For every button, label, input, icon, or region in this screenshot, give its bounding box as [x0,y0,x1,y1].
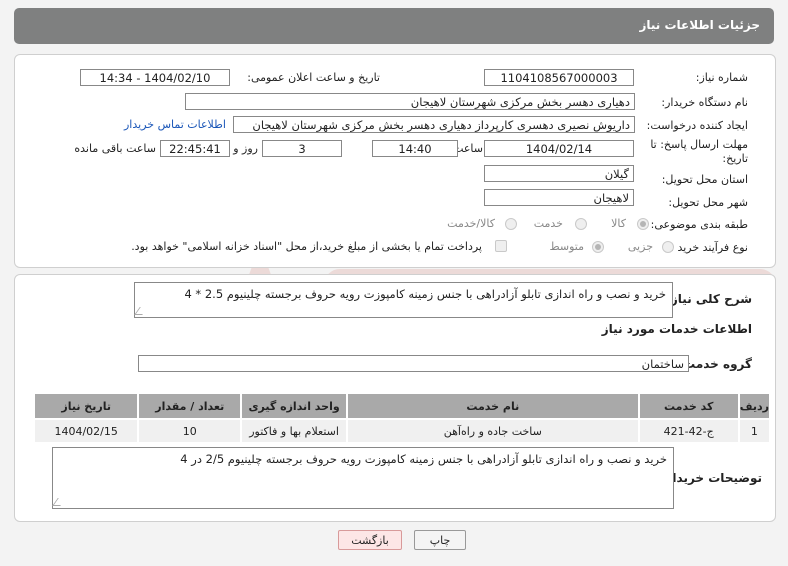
category-radio-goods[interactable] [637,218,649,230]
services-section-title: اطلاعات خدمات مورد نیاز [601,322,752,336]
creator-field: داریوش نصیری دهسری کارپرداز دهیاری دهسر … [233,116,635,133]
cell-name: ساخت جاده و راه‌آهن [345,418,640,444]
process-radio-minor[interactable] [662,241,674,253]
process-type-label: نوع فرآیند خرید : [670,241,748,254]
process-option-medium: متوسط [549,240,584,253]
category-radio-service[interactable] [575,218,587,230]
print-button[interactable]: چاپ [414,530,466,550]
page-title: جزئیات اطلاعات نیاز [639,18,760,32]
buyer-notes-textarea[interactable]: خرید و نصب و راه اندازی تابلو آزادراهی ب… [52,447,674,509]
city-label: شهر محل تحویل: [668,196,748,209]
resize-grip-icon[interactable] [134,307,148,315]
col-unit: واحد اندازه گیری [240,392,348,420]
cell-unit: استعلام بها و فاکتور [240,418,348,444]
service-group-field: ساختمان [138,355,689,372]
deadline-date-field: 1404/02/14 [484,140,634,157]
treasury-payment-checkbox[interactable] [495,240,507,252]
remaining-time-label: ساعت باقی مانده [74,142,156,155]
announce-date-field: 1404/02/10 - 14:34 [80,69,230,86]
resize-grip-icon[interactable] [52,498,66,506]
city-field: لاهیجان [484,189,634,206]
treasury-payment-note: پرداخت تمام یا بخشی از مبلغ خرید،از محل … [131,240,482,253]
col-row: ردیف [737,392,772,420]
need-number-label: شماره نیاز: [695,71,748,84]
deadline-time-field: 14:40 [372,140,458,157]
cell-code: ج-42-421 [637,418,740,444]
buyer-contact-link[interactable]: اطلاعات تماس خریدار [124,118,226,131]
process-radio-medium[interactable] [592,241,604,253]
creator-label: ایجاد کننده درخواست: [646,119,748,132]
province-field: گیلان [484,165,634,182]
remaining-days-field: 3 [262,140,342,157]
category-radio-goods-service[interactable] [505,218,517,230]
buyer-notes-label: توضیحات خریدار: [660,471,762,485]
process-option-minor: جزیی [627,240,653,253]
category-label: طبقه بندی موضوعی: [650,218,748,231]
col-qty: تعداد / مقدار [137,392,243,420]
services-table: ردیف کد خدمت نام خدمت واحد اندازه گیری ت… [32,392,772,444]
page-header: جزئیات اطلاعات نیاز [14,8,774,44]
summary-textarea[interactable]: خرید و نصب و راه اندازی تابلو آزادراهی ب… [134,282,673,318]
table-header-row: ردیف کد خدمت نام خدمت واحد اندازه گیری ت… [32,392,772,420]
buyer-org-label: نام دستگاه خریدار: [661,96,748,109]
summary-label: شرح کلی نیاز: [666,292,752,306]
table-row: 1 ج-42-421 ساخت جاده و راه‌آهن استعلام ب… [32,418,772,444]
details-panel [14,54,776,268]
back-button[interactable]: بازگشت [338,530,402,550]
cell-row: 1 [737,418,772,444]
deadline-label: مهلت ارسال پاسخ: تا [650,138,748,151]
category-option-goods: کالا [611,217,626,230]
category-option-service: خدمت [533,217,563,230]
cell-qty: 10 [137,418,243,444]
category-option-goods-service: کالا/خدمت [447,217,495,230]
buyer-org-field: دهیاری دهسر بخش مرکزی شهرستان لاهیجان [185,93,635,110]
province-label: استان محل تحویل: [661,173,748,186]
col-code: کد خدمت [637,392,740,420]
col-name: نام خدمت [345,392,640,420]
deadline-label-date: تاریخ: [722,152,748,165]
summary-text: خرید و نصب و راه اندازی تابلو آزادراهی ب… [184,287,666,301]
remaining-time-field: 22:45:41 [160,140,230,157]
need-number-field: 1104108567000003 [484,69,634,86]
cell-date: 1404/02/15 [32,418,140,444]
col-date: تاریخ نیاز [32,392,140,420]
announce-date-label: تاریخ و ساعت اعلان عمومی: [247,71,380,84]
service-group-label: گروه خدمت: [678,357,752,371]
remaining-days-label: روز و [233,142,258,155]
buyer-notes-text: خرید و نصب و راه اندازی تابلو آزادراهی ب… [180,452,667,466]
